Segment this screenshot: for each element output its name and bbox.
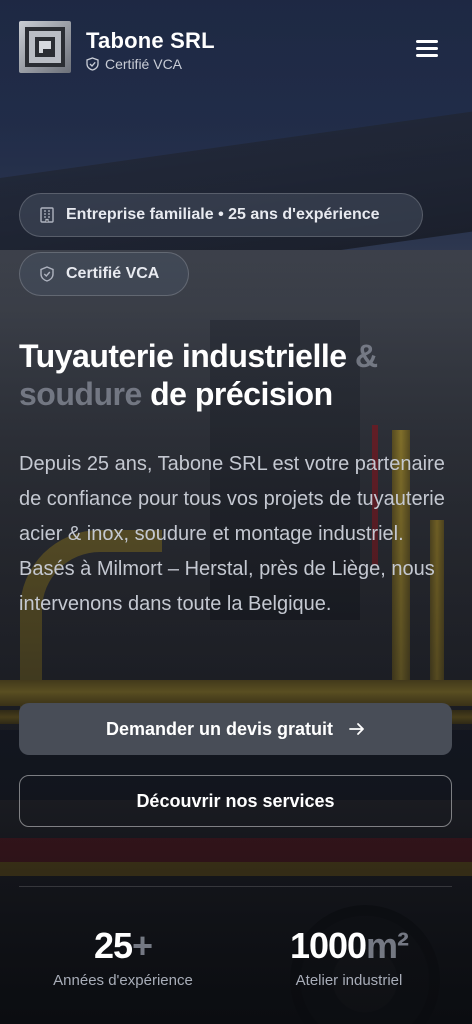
request-quote-label: Demander un devis gratuit: [105, 718, 334, 739]
stat-suffix: +: [132, 925, 153, 966]
stat-workshop: 1000m² Atelier industriel: [249, 924, 449, 989]
shield-check-icon: [86, 57, 99, 71]
vca-certified-badge: Certifié VCA: [19, 252, 189, 296]
stats-divider: [19, 886, 452, 887]
discover-services-label: Découvrir nos services: [136, 790, 335, 811]
stat-experience: 25+ Années d'expérience: [23, 924, 223, 989]
hero-description: Depuis 25 ans, Tabone SRL est votre part…: [19, 453, 445, 615]
request-quote-button[interactable]: Demander un devis gratuit: [19, 703, 452, 755]
hamburger-menu-icon[interactable]: [416, 38, 440, 58]
badge-label: Entreprise familiale • 25 ans d'expérien…: [66, 206, 380, 223]
stat-value: 25+: [23, 924, 223, 968]
hero-title-end: de précision: [141, 376, 333, 412]
logo-mark-icon: [25, 27, 65, 67]
building-icon: [40, 207, 54, 223]
stat-value: 1000m²: [249, 924, 449, 968]
family-business-badge: Entreprise familiale • 25 ans d'expérien…: [19, 193, 423, 237]
stat-suffix: m²: [366, 925, 409, 966]
brand-name[interactable]: Tabone SRL: [86, 28, 215, 54]
shield-icon: [40, 266, 54, 282]
company-logo[interactable]: [19, 21, 71, 73]
badge-label: Certifié VCA: [66, 265, 160, 282]
certification-line: Certifié VCA: [86, 56, 182, 72]
hero-title-main: Tuyauterie industrielle: [19, 338, 355, 374]
stat-number: 25: [93, 925, 133, 966]
certification-label: Certifié VCA: [105, 56, 183, 72]
stat-label: Atelier industriel: [295, 972, 403, 989]
discover-services-button[interactable]: Découvrir nos services: [19, 775, 452, 827]
stat-number: 1000: [289, 925, 367, 966]
arrow-right-icon: [349, 723, 364, 735]
stat-label: Années d'expérience: [53, 972, 193, 989]
site-header: Tabone SRL Certifié VCA: [0, 0, 472, 96]
hero-title: Tuyauterie industrielle & soudure de pré…: [19, 337, 459, 413]
